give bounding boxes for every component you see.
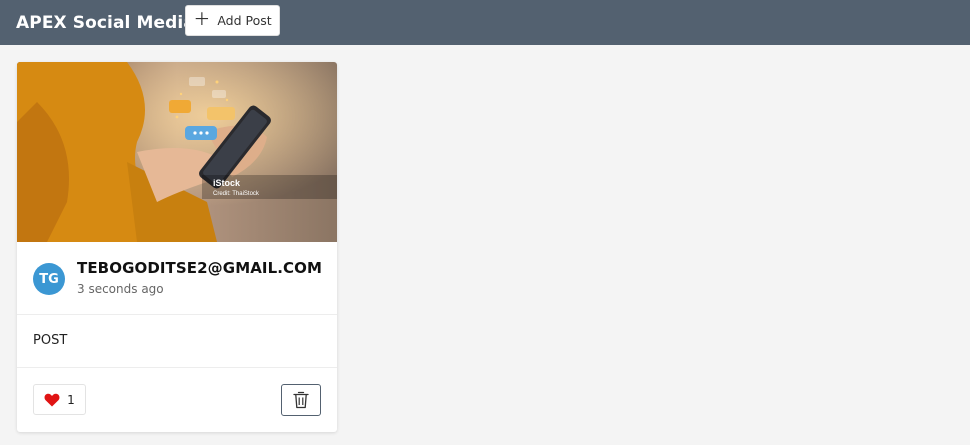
image-credit: Credit: ThaiStock <box>213 191 260 197</box>
add-post-button[interactable]: ＋ Add Post <box>185 5 280 36</box>
add-post-label: Add Post <box>217 13 272 28</box>
delete-button[interactable] <box>281 384 321 416</box>
image-watermark: iStock <box>213 178 241 188</box>
trash-icon <box>293 391 309 409</box>
post-header: TG TEBOGODITSE2@GMAIL.COM 3 seconds ago <box>17 242 337 315</box>
app-brand: APEX Social Media <box>16 12 195 33</box>
post-text: POST <box>33 333 68 348</box>
like-button[interactable]: 1 <box>33 384 86 415</box>
post-timestamp: 3 seconds ago <box>77 282 164 296</box>
avatar: TG <box>33 263 65 295</box>
like-count: 1 <box>67 392 75 407</box>
post-footer: 1 <box>17 368 337 432</box>
heart-icon <box>44 393 60 406</box>
post-body: POST <box>17 315 337 368</box>
top-navbar: APEX Social Media ＋ Add Post <box>0 0 970 45</box>
post-card: iStock Credit: ThaiStock TG TEBOGODITSE2… <box>17 62 337 432</box>
post-image: iStock Credit: ThaiStock <box>17 62 337 242</box>
post-author: TEBOGODITSE2@GMAIL.COM <box>77 259 323 277</box>
plus-icon: ＋ <box>193 10 211 30</box>
